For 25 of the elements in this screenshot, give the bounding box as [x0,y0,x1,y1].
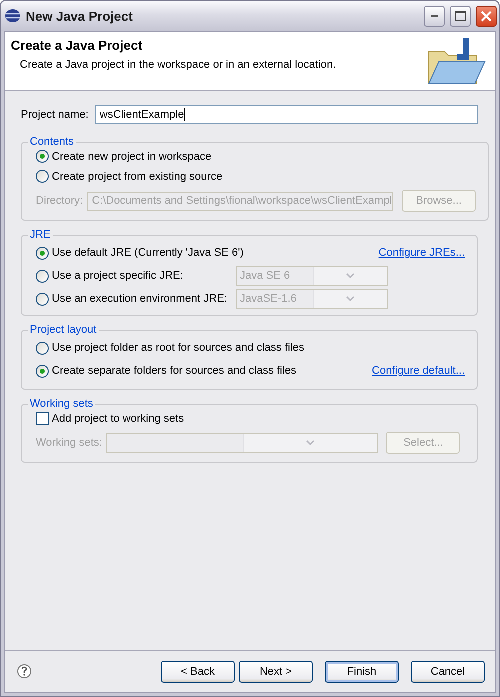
link[interactable]: Configure JREs... [378,247,465,259]
dialog-button[interactable]: Finish [325,660,399,682]
option-label: Use default JRE (Currently 'Java SE 6') [52,247,244,259]
dialog-button[interactable]: Next > [239,660,313,682]
dialog-button[interactable]: Cancel [411,660,485,682]
option-label: Use an execution environment JRE: [52,293,228,305]
option-label: Add project to working sets [52,412,184,424]
window-title: New Java Project [26,8,134,24]
dialog-button[interactable]: < Back [161,660,235,682]
option-label: Create new project in workspace [52,150,212,162]
option-label: Create project from existing source [52,170,223,182]
field-label: Directory: [36,195,84,207]
project-name-field[interactable]: wsClientExample [94,105,478,124]
option-label: Create separate folders for sources and class files [52,365,297,377]
page-title: Create a Java Project [11,38,144,53]
group-title: Working sets [29,398,94,410]
page-description: Create a Java project in the workspace or in an external location. [19,59,338,71]
link[interactable]: Configure default... [372,365,465,377]
group-title: Contents [29,136,76,148]
field-label: Working sets: [36,437,102,449]
option-label: Use a project specific JRE: [52,270,184,282]
group-title: JRE [29,229,52,241]
option-label: Use project folder as root for sources and class files [52,342,305,354]
field-label: Project name: [21,108,89,120]
group-title: Project layout [29,324,98,336]
